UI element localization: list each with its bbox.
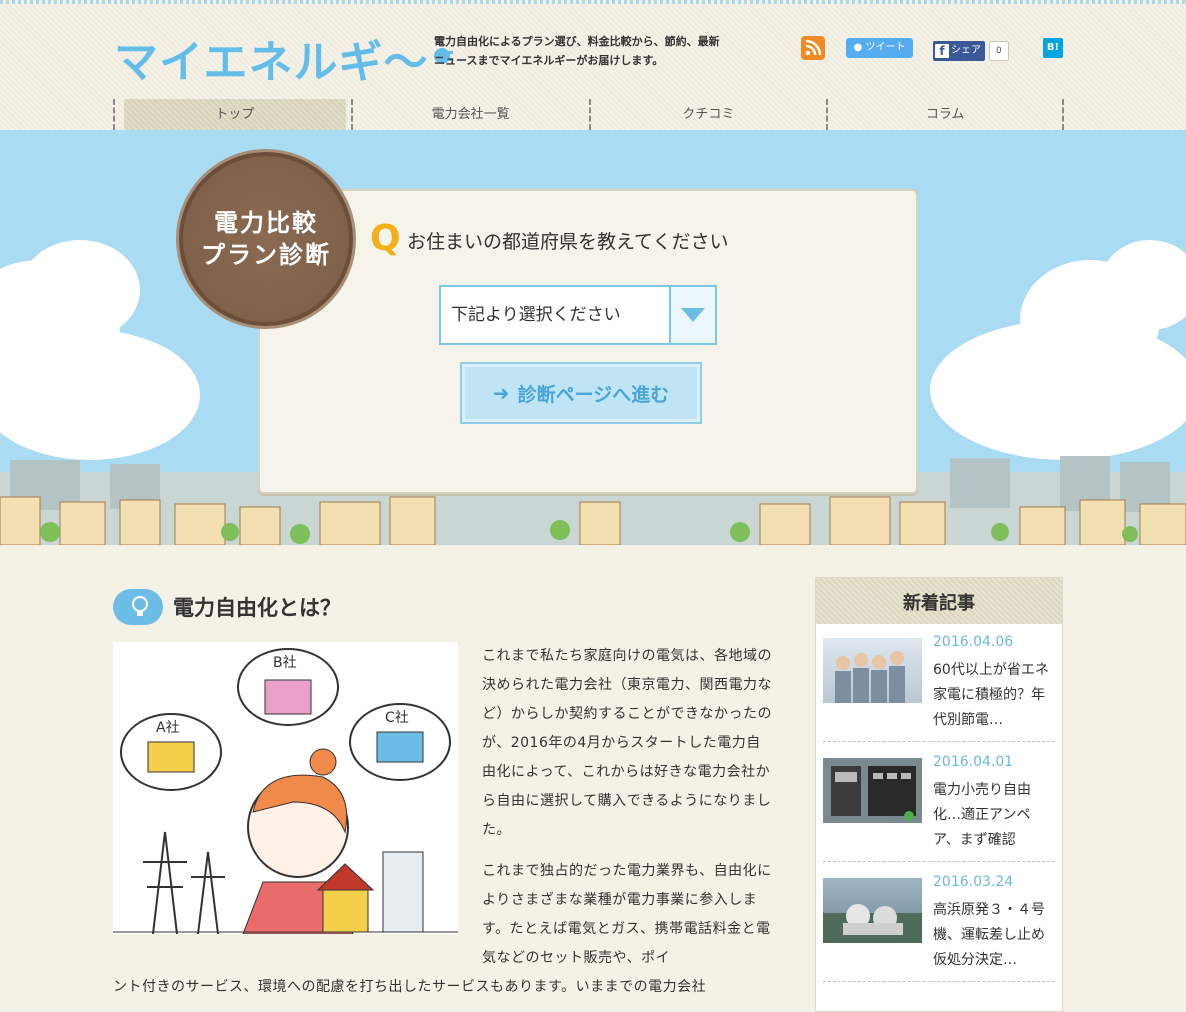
- site-logo[interactable]: マイエネルギ〜: [114, 28, 453, 88]
- nav-label: トップ: [123, 99, 346, 130]
- intro-paragraph: これまで私たち家庭向けの電気は、各地域の決められた電力会社（東京電力、関西電力な…: [482, 648, 772, 838]
- arrow-right-icon: ➜: [492, 381, 510, 405]
- tweet-label: ツイート: [865, 42, 906, 53]
- nav-item-companies[interactable]: 電力会社一覧: [350, 99, 589, 130]
- article-title[interactable]: 60代以上が省エネ家電に積極的？年代別節電…: [933, 658, 1053, 733]
- cloud: [0, 330, 200, 460]
- nav-item-top[interactable]: トップ: [113, 99, 351, 130]
- prefecture-select[interactable]: 下記より選択ください: [439, 285, 717, 345]
- article-date: 2016.04.06: [933, 634, 1014, 650]
- article-item[interactable]: 2016.03.24 高浜原発３・４号機、運転差し止め仮処分決定…: [823, 868, 1055, 982]
- company-c-label: C社: [385, 710, 409, 726]
- article-thumbnail[interactable]: [823, 758, 922, 823]
- cloud: [930, 320, 1186, 460]
- diagnosis-badge: 電力比較 プラン診断: [176, 149, 356, 329]
- lightbulb-icon: [113, 589, 163, 625]
- twitter-icon: ●: [853, 42, 866, 53]
- chevron-down-icon[interactable]: [669, 287, 715, 343]
- company-a-label: A社: [156, 720, 180, 736]
- article-title[interactable]: 電力小売り自由化…適正アンペア、まず確認: [933, 778, 1053, 853]
- second-paragraph: これまで独占的だった電力業界も、自由化によりさまざまな業種が電力事業に参入します…: [482, 863, 772, 966]
- article-thumbnail[interactable]: [823, 878, 922, 943]
- top-border: [0, 0, 1186, 4]
- badge-line2: プラン診断: [201, 241, 331, 269]
- hatena-bookmark-icon[interactable]: B!: [1043, 38, 1063, 58]
- tweet-button[interactable]: ● ツイート: [846, 38, 913, 58]
- go-diagnosis-button[interactable]: ➜ 診断ページへ進む: [460, 362, 702, 424]
- article-item[interactable]: 2016.04.01 電力小売り自由化…適正アンペア、まず確認: [823, 748, 1055, 862]
- nav-item-column[interactable]: コラム: [826, 99, 1064, 130]
- logo-text: マイエネルギ〜: [114, 37, 429, 88]
- article-item[interactable]: 2016.04.06 60代以上が省エネ家電に積極的？年代別節電…: [823, 628, 1055, 742]
- facebook-share-button[interactable]: f シェア: [933, 41, 985, 61]
- section-title: 電力自由化とは？: [173, 596, 341, 620]
- hero-diagnosis: 電力比較 プラン診断 Q お住まいの都道府県を教えてください 下記より選択くださ…: [0, 130, 1186, 545]
- site-header: マイエネルギ〜 電力自由化によるプラン選び、料金比較から、節約、最新ニュースまで…: [0, 0, 1186, 130]
- rss-icon[interactable]: [801, 36, 825, 60]
- article-title[interactable]: 高浜原発３・４号機、運転差し止め仮処分決定…: [933, 898, 1053, 973]
- article-date: 2016.03.24: [933, 874, 1014, 890]
- main-nav: トップ 電力会社一覧 クチコミ コラム: [113, 99, 1064, 130]
- cloud: [20, 240, 140, 340]
- facebook-icon: f: [935, 44, 949, 58]
- section-heading: 電力自由化とは？: [113, 589, 341, 625]
- nav-label: クチコミ: [682, 107, 735, 122]
- sidebar-new-articles: 新着記事 2016.04.06 60代以上が省エネ家電に積極的？年代別節電… 2…: [815, 577, 1063, 1012]
- site-tagline: 電力自由化によるプラン選び、料金比較から、節約、最新ニュースまでマイエネルギーが…: [434, 35, 720, 67]
- company-b-label: B社: [273, 655, 297, 671]
- question-mark-letter: Q: [370, 218, 401, 259]
- go-label: 診断ページへ進む: [517, 383, 670, 406]
- nav-item-reviews[interactable]: クチコミ: [588, 99, 827, 130]
- second-paragraph-cont: ント付きのサービス、環境への配慮を打ち出したサービスもあります。いままでの電力会…: [113, 979, 707, 995]
- nav-label: 電力会社一覧: [431, 107, 510, 122]
- question-text: お住まいの都道府県を教えてください: [407, 231, 729, 253]
- nav-label: コラム: [925, 107, 965, 122]
- liberalization-illustration: B社 A社 C社: [113, 642, 458, 935]
- article-thumbnail[interactable]: [823, 638, 922, 703]
- badge-line1: 電力比較: [214, 209, 318, 237]
- sidebar-heading: 新着記事: [816, 578, 1062, 624]
- share-count: 0: [989, 41, 1009, 61]
- share-label: シェア: [951, 45, 981, 56]
- select-value: 下記より選択ください: [451, 305, 621, 325]
- facebook-share[interactable]: f シェア 0: [933, 40, 1009, 62]
- article-date: 2016.04.01: [933, 754, 1014, 770]
